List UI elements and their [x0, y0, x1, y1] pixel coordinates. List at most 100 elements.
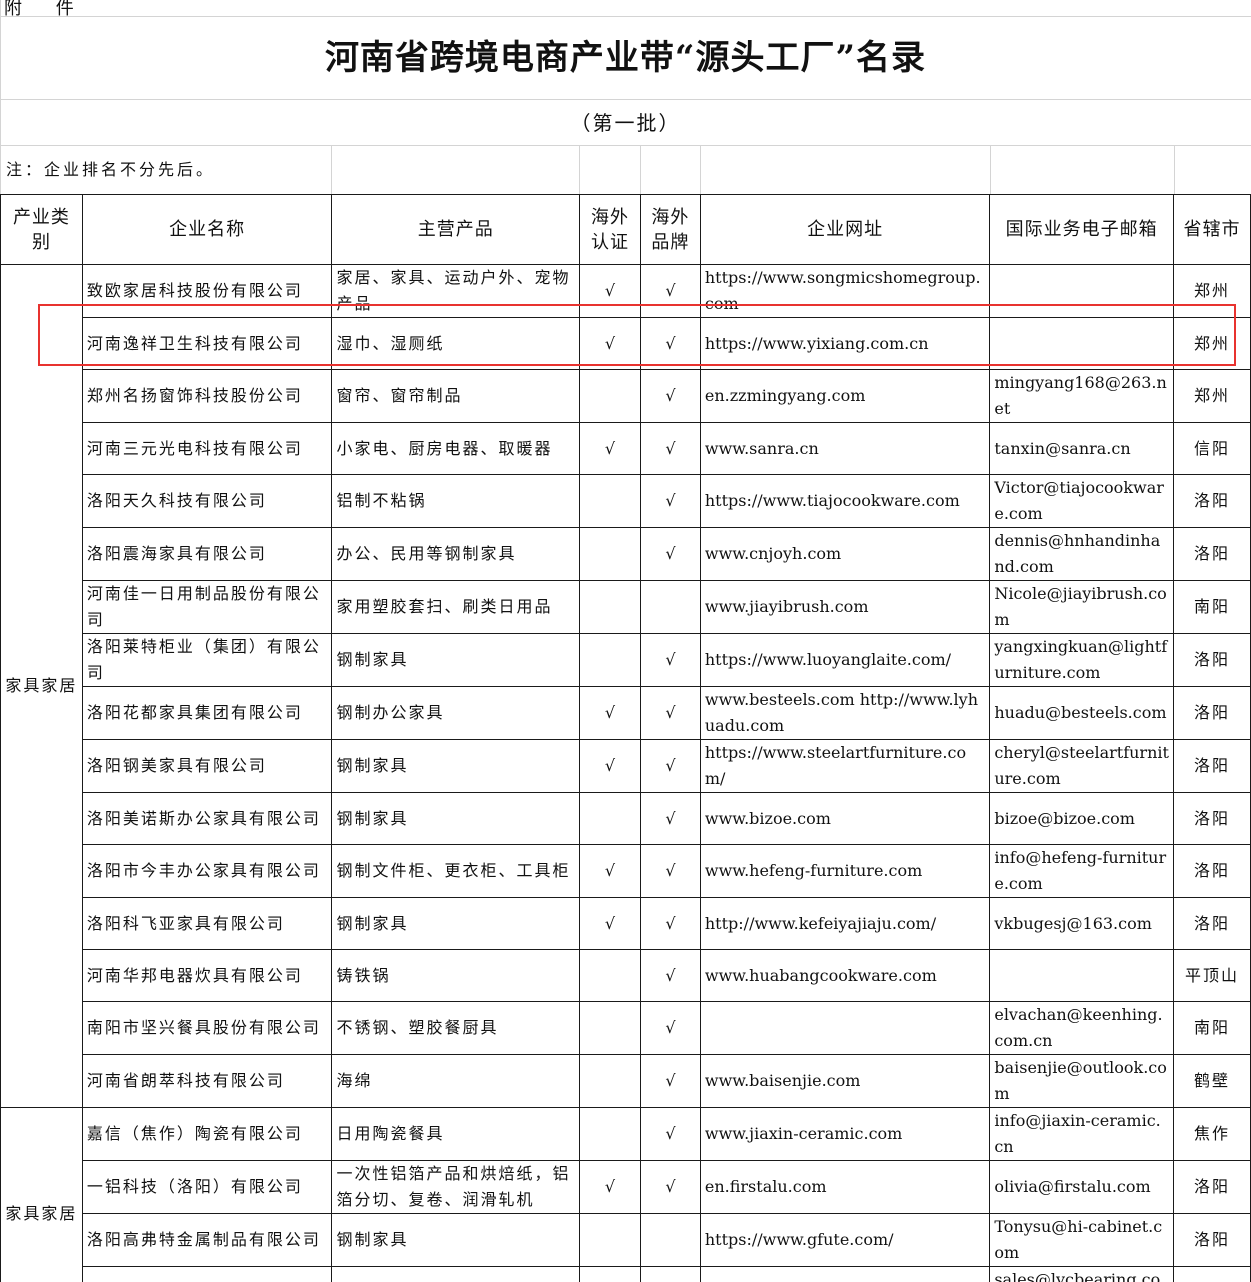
check-mark-icon: √ — [665, 913, 676, 933]
email-cell[interactable]: Victor@tiajocookware.com — [989, 474, 1175, 528]
website-cell[interactable]: www.jiaxin-ceramic.com — [699, 1107, 991, 1161]
table-row[interactable]: 家具家居 致欧家居科技股份有限公司 家居、家具、运动户外、宠物产品 √ √ https:/… — [0, 264, 1251, 1108]
email-cell[interactable]: Nicole@jiayibrush.com — [989, 580, 1175, 634]
email-cell[interactable]: bizoe@bizoe.com — [989, 792, 1175, 845]
website-cell[interactable]: en.firstalu.com — [699, 1160, 991, 1214]
email-cell[interactable]: dennis@hnhandinhand.com — [989, 527, 1175, 581]
table-row[interactable]: 南阳市坚兴餐具股份有限公司 不锈钢、塑胶餐厨具 √ elvachan@keenhing… — [1, 1001, 1251, 1055]
note-text: 注：企业排名不分先后。 — [6, 160, 216, 179]
table-row[interactable]: 洛阳海轴进出口有限公司轴承及相关产品√√www.lycbearing.comsa… — [1, 1266, 1251, 1282]
email-cell[interactable]: baisenjie@outlook.com — [989, 1054, 1175, 1108]
gridline — [1174, 145, 1175, 195]
website-cell[interactable]: https://www.luoyanglaite.com/ — [699, 633, 991, 687]
check-mark-icon: √ — [604, 281, 616, 300]
table-row[interactable]: 家具家居 嘉信（焦作）陶瓷有限公司 日用陶瓷餐具 √ www.jiaxin-cerami… — [0, 1107, 1251, 1282]
website-cell[interactable]: www.hefeng-furniture.com — [699, 844, 991, 898]
overseas-brand-cell: √ — [639, 686, 701, 740]
email-cell[interactable]: vkbugesj@163.com — [989, 897, 1175, 950]
email-cell[interactable]: Tonysu@hi-cabinet.com — [989, 1213, 1175, 1267]
table-row[interactable]: 洛阳美诺斯办公家具有限公司 钢制家具 √ www.bizoe.com bizoe@biz… — [1, 792, 1251, 845]
city-cell: 洛阳 — [1173, 474, 1251, 528]
main-products-cell: 不锈钢、塑胶餐厨具 — [331, 1001, 581, 1055]
table-row[interactable]: 河南三元光电科技有限公司 小家电、厨房电器、取暖器 √ √ www.sanra.cn ta… — [1, 422, 1251, 475]
table-row[interactable]: 河南省朗萃科技有限公司 海绵 √ www.baisenjie.com baisenjie… — [1, 1054, 1251, 1108]
header-row: 产业类别 企业名称 主营产品 海外认证 海外品牌 企业网址 国际业务电子邮箱 省… — [0, 194, 1251, 265]
website-cell[interactable]: www.bizoe.com — [699, 792, 991, 845]
table-row[interactable]: 河南佳一日用制品股份有限公司 家用塑胶套扫、刷类日用品 www.jiayibrush… — [1, 580, 1251, 634]
overseas-cert-cell — [579, 1107, 641, 1161]
table-row[interactable]: 洛阳科飞亚家具有限公司 钢制家具 √ √ http://www.kefeiyajiaju… — [1, 897, 1251, 950]
check-mark-icon: √ — [604, 756, 616, 775]
email-cell[interactable]: elvachan@keenhing.com.cn — [989, 1001, 1175, 1055]
table-row[interactable]: 洛阳天久科技有限公司 铝制不粘锅 √ https://www.tiajocookwar… — [1, 474, 1251, 528]
email-cell[interactable]: info@hefeng-furniture.com — [989, 844, 1175, 898]
city-cell: 鹤壁 — [1173, 1054, 1251, 1108]
overseas-brand-cell: √ — [639, 369, 701, 423]
website-cell[interactable]: http://www.kefeiyajiaju.com/ — [699, 897, 991, 950]
table-row[interactable]: 洛阳钢美家具有限公司 钢制家具 √ √ https://www.steelartfurn… — [1, 739, 1251, 793]
table-row[interactable]: 河南华邦电器炊具有限公司 铸铁锅 √ www.huabangcookware.com 平… — [1, 949, 1251, 1002]
table-row[interactable]: 郑州名扬窗饰科技股份公司 窗帘、窗帘制品 √ en.zzmingyang.com min… — [1, 369, 1251, 423]
email-cell[interactable]: info@jiaxin-ceramic.cn — [989, 1107, 1175, 1161]
overseas-brand-cell: √ — [639, 1001, 701, 1055]
main-products-cell: 铸铁锅 — [331, 949, 581, 1002]
header-company-name: 企业名称 — [81, 194, 333, 265]
table-row[interactable]: 洛阳莱特柜业（集团）有限公司 钢制家具 √ https://www.luoyangla… — [1, 633, 1251, 687]
email-cell[interactable] — [989, 264, 1175, 318]
overseas-cert-cell: √ — [579, 1160, 641, 1214]
overseas-brand-cell: √ — [639, 1107, 701, 1161]
check-mark-icon: √ — [665, 808, 676, 828]
overseas-cert-cell — [579, 792, 641, 845]
website-cell[interactable]: https://www.gfute.com/ — [699, 1213, 991, 1267]
email-cell[interactable]: mingyang168@263.net — [989, 369, 1175, 423]
email-cell[interactable]: yangxingkuan@lightfurniture.com — [989, 633, 1175, 687]
website-cell[interactable]: www.jiayibrush.com — [699, 580, 991, 634]
website-cell[interactable]: www.huabangcookware.com — [699, 949, 991, 1002]
check-mark-icon: √ — [665, 1018, 676, 1037]
company-name-cell: 洛阳科飞亚家具有限公司 — [81, 897, 333, 950]
website-cell[interactable] — [699, 1001, 991, 1055]
website-cell[interactable]: https://www.tiajocookware.com — [699, 474, 991, 528]
email-cell[interactable] — [989, 949, 1175, 1002]
check-mark-icon: √ — [665, 438, 676, 458]
website-cell[interactable]: https://www.songmicshomegroup.com — [699, 264, 991, 318]
factory-table: 产业类别 企业名称 主营产品 海外认证 海外品牌 企业网址 国际业务电子邮箱 省… — [0, 194, 1251, 1282]
spreadsheet-sheet: 附 件 河南省跨境电商产业带“源头工厂”名录 （第一批） 注：企业排名不分先后。… — [0, 0, 1251, 1282]
website-cell[interactable]: www.cnjoyh.com — [699, 527, 991, 581]
table-row[interactable]: 洛阳市今丰办公家具有限公司 钢制文件柜、更衣柜、工具柜 √ √ www.hefeng-f… — [1, 844, 1251, 898]
overseas-cert-cell — [579, 1001, 641, 1055]
website-cell[interactable]: www.besteels.com http://www.lyhuadu.com — [699, 686, 991, 740]
table-row[interactable]: 洛阳高弗特金属制品有限公司 钢制家具 https://www.gfute.com/T… — [1, 1213, 1251, 1267]
check-mark-icon: √ — [665, 1071, 676, 1090]
email-cell[interactable]: sales@lycbearing.com — [989, 1266, 1175, 1282]
email-cell[interactable]: cheryl@steelartfurniture.com — [989, 739, 1175, 793]
company-name-cell: 洛阳市今丰办公家具有限公司 — [81, 844, 333, 898]
website-cell[interactable]: en.zzmingyang.com — [699, 369, 991, 423]
overseas-brand-cell: √ — [639, 844, 701, 898]
website-cell[interactable]: https://www.yixiang.com.cn — [699, 317, 991, 370]
company-name-cell: 洛阳海轴进出口有限公司 — [81, 1266, 333, 1282]
email-cell[interactable]: olivia@firstalu.com — [989, 1160, 1175, 1214]
check-mark-icon: √ — [604, 438, 616, 458]
email-cell[interactable] — [989, 317, 1175, 370]
city-cell: 洛阳 — [1173, 1266, 1251, 1282]
city-cell: 焦作 — [1173, 1107, 1251, 1161]
table-row[interactable]: 洛阳花都家具集团有限公司 钢制办公家具 √ √ www.besteels.com htt… — [1, 686, 1251, 740]
header-category: 产业类别 — [0, 194, 83, 265]
website-cell[interactable]: www.baisenjie.com — [699, 1054, 991, 1108]
website-cell[interactable]: www.sanra.cn — [699, 422, 991, 475]
overseas-brand-cell: √ — [639, 1160, 701, 1214]
website-cell[interactable]: https://www.steelartfurniture.com/ — [699, 739, 991, 793]
overseas-cert-cell — [579, 1213, 641, 1267]
main-products-cell: 小家电、厨房电器、取暖器 — [331, 422, 581, 475]
table-row[interactable]: 洛阳震海家具有限公司 办公、民用等钢制家具 √ www.cnjoyh.com denni… — [1, 527, 1251, 581]
website-cell[interactable]: www.lycbearing.com — [699, 1266, 991, 1282]
table-row[interactable]: 一铝科技（洛阳）有限公司 一次性铝箔产品和烘焙纸，铝箔分切、复卷、润滑轧机 √ √ en… — [1, 1160, 1251, 1214]
table-row[interactable]: 河南逸祥卫生科技有限公司 湿巾、湿厕纸 √ √ https://www.yixiang.… — [1, 317, 1251, 370]
category-cell: 家具家居 — [0, 264, 83, 1108]
category-cell: 家具家居 — [0, 1107, 83, 1282]
overseas-cert-cell — [579, 474, 641, 528]
main-products-cell: 海绵 — [331, 1054, 581, 1108]
email-cell[interactable]: huadu@besteels.com — [989, 686, 1175, 740]
email-cell[interactable]: tanxin@sanra.cn — [989, 422, 1175, 475]
